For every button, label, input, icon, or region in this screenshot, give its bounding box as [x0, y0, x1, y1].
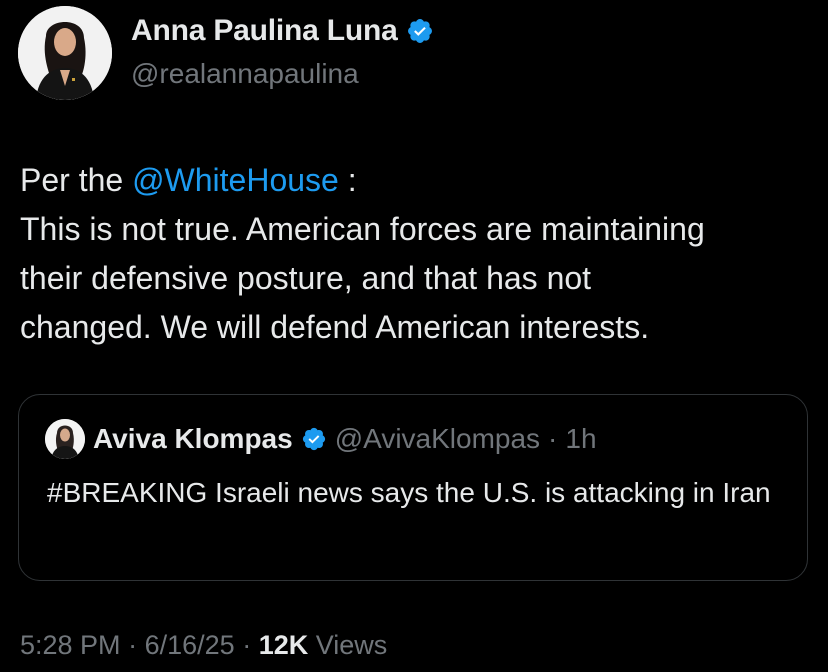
quote-author-avatar[interactable] — [45, 419, 85, 459]
author-name-row: Anna Paulina Luna — [131, 14, 434, 48]
quote-author-name[interactable]: Aviva Klompas — [93, 423, 293, 455]
author-display-name[interactable]: Anna Paulina Luna — [131, 14, 398, 48]
mention-link[interactable]: @WhiteHouse — [132, 162, 339, 198]
tweet-meta: 5:28 PM · 6/16/25 · 12K Views — [20, 630, 387, 661]
tweet-prefix-suffix: : — [338, 162, 357, 198]
quote-text: #BREAKING Israeli news says the U.S. is … — [47, 477, 771, 508]
quote-author-handle[interactable]: @AvivaKlompas — [335, 423, 540, 455]
views-label: Views — [315, 630, 388, 660]
quote-header: Aviva Klompas @AvivaKlompas · 1h — [45, 419, 597, 459]
tweet-date[interactable]: 6/16/25 — [145, 630, 235, 660]
quote-tweet-card[interactable]: Aviva Klompas @AvivaKlompas · 1h #BREAKI… — [18, 394, 808, 581]
tweet-body: This is not true. American forces are ma… — [20, 211, 705, 345]
verified-badge-icon — [301, 426, 327, 452]
author-handle[interactable]: @realannapaulina — [131, 58, 359, 90]
meta-separator: · — [128, 630, 138, 660]
tweet-time[interactable]: 5:28 PM — [20, 630, 121, 660]
views-count: 12K — [258, 630, 309, 660]
quote-time[interactable]: 1h — [565, 423, 596, 455]
verified-badge-icon — [406, 17, 434, 45]
quote-separator: · — [548, 423, 558, 454]
tweet-prefix: Per the — [20, 162, 133, 198]
tweet-text: Per the @WhiteHouse : This is not true. … — [20, 156, 810, 352]
author-avatar[interactable] — [18, 6, 112, 100]
meta-separator: · — [242, 630, 252, 660]
